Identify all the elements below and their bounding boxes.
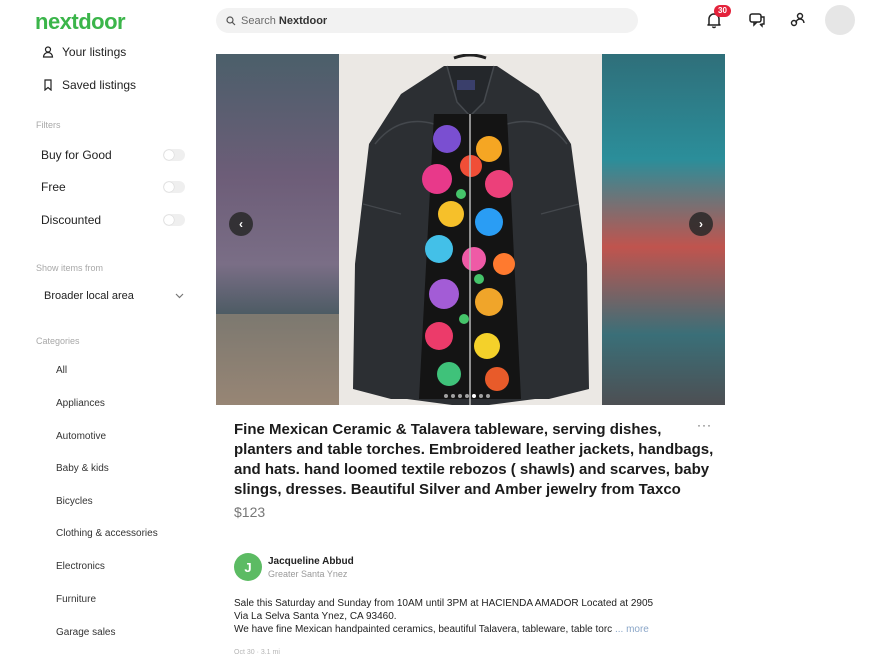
filter-label: Discounted xyxy=(41,213,102,227)
description-line: Sale this Saturday and Sunday from 10AM … xyxy=(234,598,654,609)
seller-info[interactable]: J Jacqueline Abbud Greater Santa Ynez xyxy=(234,553,354,581)
area-select[interactable]: Broader local area xyxy=(44,290,184,302)
description-line-last: We have fine Mexican handpainted ceramic… xyxy=(234,623,724,636)
filter-free[interactable]: Free xyxy=(41,180,191,194)
notifications-button[interactable]: 30 xyxy=(700,5,731,34)
category-item-baby-kids[interactable]: Baby & kids xyxy=(56,463,109,474)
filter-label: Buy for Good xyxy=(41,148,112,162)
filter-toggle[interactable] xyxy=(163,181,185,193)
listing-price: $123 xyxy=(234,504,266,520)
filter-label: Free xyxy=(41,180,66,194)
category-item-automotive[interactable]: Automotive xyxy=(56,431,106,442)
pagination-dot[interactable] xyxy=(444,394,448,398)
your-listings-label: Your listings xyxy=(62,45,127,59)
filter-toggle[interactable] xyxy=(163,149,185,161)
listing-title: Fine Mexican Ceramic & Talavera tablewar… xyxy=(234,421,714,498)
search-placeholder: Search Nextdoor xyxy=(241,15,327,27)
show-items-heading: Show items from xyxy=(36,263,104,273)
filter-discounted[interactable]: Discounted xyxy=(41,213,191,227)
image-pagination-dots xyxy=(444,394,490,398)
seller-name[interactable]: Jacqueline Abbud xyxy=(268,556,354,567)
listing-details: Fine Mexican Ceramic & Talavera tablewar… xyxy=(234,420,714,520)
filters-heading: Filters xyxy=(36,120,61,130)
pagination-dot[interactable] xyxy=(451,394,455,398)
search-brand: Nextdoor xyxy=(278,14,328,27)
messages-button[interactable] xyxy=(743,6,771,34)
category-item-garage-sales[interactable]: Garage sales xyxy=(56,627,115,638)
jacket-image xyxy=(339,54,602,405)
profile-avatar[interactable] xyxy=(825,5,855,35)
listing-description: Sale this Saturday and Sunday from 10AM … xyxy=(234,597,724,636)
pagination-dot[interactable] xyxy=(486,394,490,398)
filter-buy-for-good[interactable]: Buy for Good xyxy=(41,148,191,162)
neighbors-button[interactable] xyxy=(784,6,812,34)
seller-avatar[interactable]: J xyxy=(234,553,262,581)
category-item-electronics[interactable]: Electronics xyxy=(56,561,105,572)
listing-timestamp: Oct 30 · 3.1 mi xyxy=(234,649,280,656)
filter-toggle[interactable] xyxy=(163,214,185,226)
people-icon xyxy=(790,12,805,27)
previous-image-button[interactable]: ‹ xyxy=(229,212,253,236)
categories-heading: Categories xyxy=(36,336,80,346)
search-icon xyxy=(226,15,236,25)
top-actions: 30 xyxy=(700,5,860,36)
category-item-all[interactable]: All xyxy=(56,365,67,376)
category-item-clothing[interactable]: Clothing & accessories xyxy=(56,528,158,539)
bookmark-icon xyxy=(44,79,52,91)
pagination-dot[interactable] xyxy=(472,394,476,398)
pagination-dot[interactable] xyxy=(479,394,483,398)
seller-location: Greater Santa Ynez xyxy=(268,568,348,579)
saved-listings-link[interactable]: Saved listings xyxy=(42,78,136,92)
notification-badge: 30 xyxy=(714,5,731,17)
listing-photo[interactable] xyxy=(339,54,602,405)
category-item-appliances[interactable]: Appliances xyxy=(56,398,105,409)
chevron-down-icon xyxy=(175,293,184,299)
next-image-button[interactable]: › xyxy=(689,212,713,236)
category-item-bicycles[interactable]: Bicycles xyxy=(56,496,93,507)
chat-icon xyxy=(749,13,765,28)
pagination-dot[interactable] xyxy=(465,394,469,398)
category-item-furniture[interactable]: Furniture xyxy=(56,594,96,605)
person-icon xyxy=(42,46,54,58)
area-select-value: Broader local area xyxy=(44,290,134,302)
more-link[interactable]: ... more xyxy=(615,624,649,635)
sidebar: Your listings Saved listings Filters Buy… xyxy=(0,0,200,662)
image-gallery[interactable]: ‹ › xyxy=(216,54,725,405)
search-prefix: Search xyxy=(241,14,276,27)
your-listings-link[interactable]: Your listings xyxy=(42,45,126,59)
saved-listings-label: Saved listings xyxy=(62,78,137,92)
search-bar[interactable]: Search Nextdoor xyxy=(216,8,638,33)
pagination-dot[interactable] xyxy=(458,394,462,398)
description-line: Via La Selva Santa Ynez, CA 93460. xyxy=(234,611,397,622)
description-line: We have fine Mexican handpainted ceramic… xyxy=(234,624,613,635)
